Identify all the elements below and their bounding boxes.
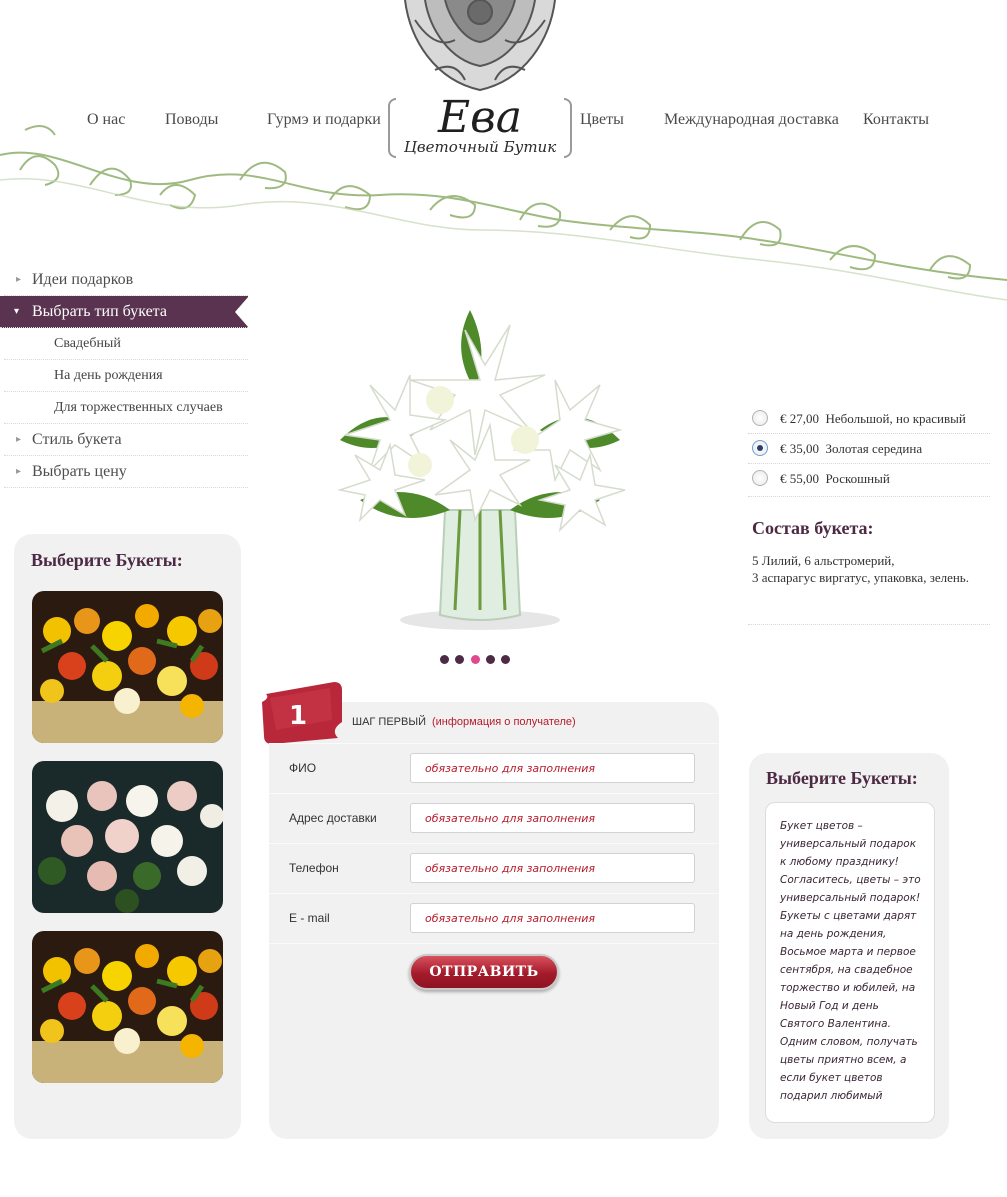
- bouquet-thumbnail-tulips[interactable]: [32, 591, 223, 743]
- step-heading: ШАГ ПЕРВЫЙ (информация о получателе): [352, 716, 576, 728]
- price-option-text: € 27,00 Небольшой, но красивый: [780, 411, 966, 427]
- chevron-right-icon: ▸: [16, 434, 22, 445]
- sidebar-menu: ▸ Идеи подарков ▾ Выбрать тип букета Сва…: [0, 264, 249, 488]
- field-label-phone: Телефон: [289, 861, 339, 875]
- price-option-text: € 55,00 Роскошный: [780, 471, 890, 487]
- step-note: (информация о получателе): [432, 716, 576, 728]
- slider-dot-1[interactable]: [440, 655, 449, 664]
- price-option-text: € 35,00 Золотая середина: [780, 441, 922, 457]
- address-input[interactable]: [410, 803, 695, 833]
- step-number: 1: [289, 701, 307, 731]
- panel-title: Выберите Букеты:: [31, 550, 183, 570]
- sidebar-item-bouquet-style[interactable]: ▸ Стиль букета: [4, 424, 248, 456]
- sidebar-item-gift-ideas[interactable]: ▸ Идеи подарков: [4, 264, 248, 296]
- nav-link-contacts[interactable]: Контакты: [863, 111, 929, 129]
- price-radio[interactable]: [752, 410, 768, 426]
- price-option-small[interactable]: € 27,00 Небольшой, но красивый: [748, 404, 990, 434]
- sidebar-item-price[interactable]: ▸ Выбрать цену: [4, 456, 248, 488]
- price-value: € 35,00: [780, 441, 819, 456]
- form-divider: [269, 893, 719, 894]
- price-value: € 55,00: [780, 471, 819, 486]
- composition-line-2: 3 аспарагус виргатус, упаковка, зелень.: [752, 570, 969, 585]
- price-option-medium[interactable]: € 35,00 Золотая середина: [748, 434, 990, 464]
- step-label: ШАГ ПЕРВЫЙ: [352, 716, 426, 728]
- nav-link-international-delivery[interactable]: Международная доставка: [664, 111, 839, 129]
- price-radio-selected[interactable]: [752, 440, 768, 456]
- bouquet-gallery-panel: Выберите Букеты:: [14, 534, 241, 1139]
- email-input[interactable]: [410, 903, 695, 933]
- field-label-address: Адрес доставки: [289, 811, 377, 825]
- field-label-email: E - mail: [289, 911, 330, 925]
- sidebar-item-label: Выбрать тип букета: [32, 303, 167, 320]
- submit-button[interactable]: ОТПРАВИТЬ: [409, 954, 559, 990]
- sidebar-item-label: Идеи подарков: [32, 271, 134, 288]
- bouquet-main-image: [337, 310, 626, 630]
- chevron-down-icon: ▾: [14, 306, 20, 317]
- nav-link-flowers[interactable]: Цветы: [580, 111, 624, 129]
- chevron-right-icon: ▸: [16, 274, 22, 285]
- step-number-badge: 1: [262, 682, 342, 744]
- slider-dot-3[interactable]: [471, 655, 480, 664]
- panel-title: Выберите Букеты:: [766, 768, 918, 788]
- sidebar-item-label: Выбрать цену: [32, 463, 127, 480]
- sidebar-subitem-celebrations[interactable]: Для торжественных случаев: [4, 392, 248, 424]
- sidebar-item-label: Стиль букета: [32, 431, 122, 448]
- price-radio[interactable]: [752, 470, 768, 486]
- info-text-box: Букет цветов – универсальный подарок к л…: [765, 802, 935, 1123]
- phone-input[interactable]: [410, 853, 695, 883]
- nav-link-occasions[interactable]: Поводы: [165, 111, 218, 129]
- bouquet-thumbnail-tulips-2[interactable]: [32, 931, 223, 1083]
- fullname-input[interactable]: [410, 753, 695, 783]
- form-divider: [269, 943, 719, 944]
- site-logo[interactable]: Ева Цветочный Бутик: [388, 92, 572, 172]
- price-label: Золотая середина: [825, 441, 923, 456]
- slider-dot-2[interactable]: [455, 655, 464, 664]
- sidebar-subitem-birthday[interactable]: На день рождения: [4, 360, 248, 392]
- logo-title: Ева: [438, 92, 522, 143]
- bouquet-thumbnail-roses[interactable]: [32, 761, 223, 913]
- slider-dot-5[interactable]: [501, 655, 510, 664]
- form-divider: [269, 843, 719, 844]
- ornament-rosette-image: [404, 0, 556, 92]
- sidebar-subitem-wedding[interactable]: Свадебный: [4, 328, 248, 360]
- logo-subtitle: Цветочный Бутик: [403, 138, 557, 156]
- form-divider: [269, 743, 719, 744]
- chevron-right-icon: ▸: [16, 466, 22, 477]
- sidebar-item-bouquet-type[interactable]: ▾ Выбрать тип букета: [0, 296, 249, 328]
- form-divider: [269, 793, 719, 794]
- price-label: Небольшой, но красивый: [825, 411, 966, 426]
- nav-link-gourmet-gifts[interactable]: Гурмэ и подарки: [267, 111, 381, 129]
- price-value: € 27,00: [780, 411, 819, 426]
- nav-link-about[interactable]: О нас: [87, 111, 125, 129]
- price-option-luxury[interactable]: € 55,00 Роскошный: [748, 464, 990, 497]
- composition-line-1: 5 Лилий, 6 альстромерий,: [752, 553, 895, 568]
- field-label-fullname: ФИО: [289, 761, 317, 775]
- slider-dot-4[interactable]: [486, 655, 495, 664]
- composition-divider: [748, 624, 990, 625]
- info-text: Букет цветов – универсальный подарок к л…: [780, 820, 921, 1102]
- composition-title: Состав букета:: [752, 518, 874, 538]
- price-label: Роскошный: [825, 471, 890, 486]
